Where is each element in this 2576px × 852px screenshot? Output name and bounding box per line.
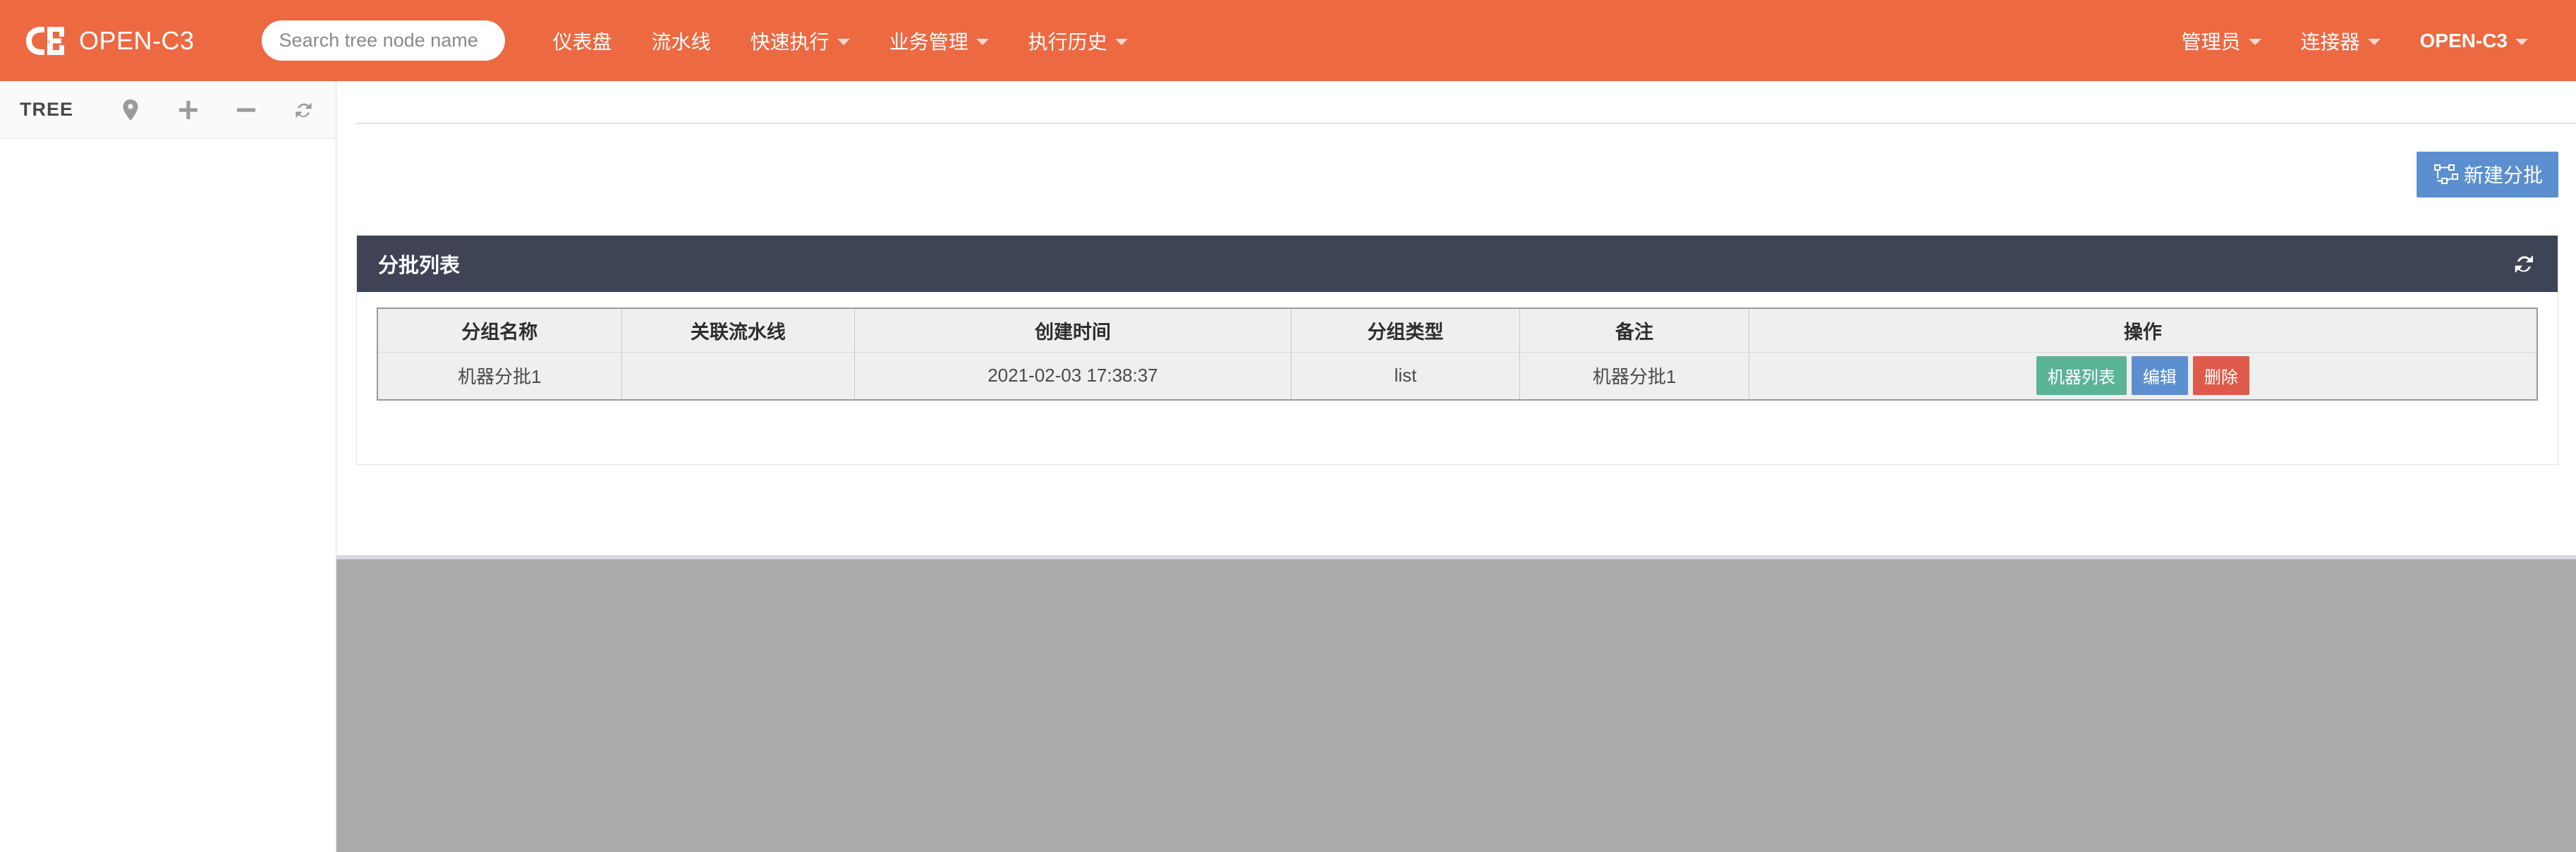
panel-header: 分批列表 xyxy=(357,236,2558,292)
minus-icon[interactable] xyxy=(236,99,257,121)
panel-body: 分组名称 关联流水线 创建时间 分组类型 备注 操作 机器分批1 2021-02… xyxy=(357,292,2558,464)
secondary-nav: 管理员 连接器 OPEN-C3 xyxy=(2162,0,2548,81)
top-navbar: OPEN OPEN-C3 仪表盘 流水线 快速执行 业务管理 xyxy=(0,0,2576,81)
brand-name: OPEN-C3 xyxy=(79,25,195,55)
nav-item-dashboard[interactable]: 仪表盘 xyxy=(533,0,632,81)
cell-remark: 机器分批1 xyxy=(1519,352,1749,400)
tree-sidebar: TREE xyxy=(0,81,336,852)
node-graph-icon xyxy=(2432,162,2460,186)
nav-label: 流水线 xyxy=(651,30,711,53)
column-header-actions: 操作 xyxy=(1749,308,2537,353)
panel-title: 分批列表 xyxy=(378,255,461,277)
tree-node-list[interactable] xyxy=(0,139,336,851)
nav-label: 管理员 xyxy=(2181,30,2241,53)
column-header-created-at: 创建时间 xyxy=(854,308,1292,353)
panel-refresh-icon[interactable] xyxy=(2513,252,2536,276)
nav-item-business-manage[interactable]: 业务管理 xyxy=(870,0,1009,81)
table-header-row: 分组名称 关联流水线 创建时间 分组类型 备注 操作 xyxy=(377,308,2537,353)
primary-nav: 仪表盘 流水线 快速执行 业务管理 执行历史 xyxy=(533,0,1148,81)
machine-list-button[interactable]: 机器列表 xyxy=(2036,356,2127,396)
nav-label: 连接器 xyxy=(2300,30,2360,53)
brand-logo[interactable]: OPEN OPEN-C3 xyxy=(23,0,195,81)
page-background-area xyxy=(336,555,2576,852)
location-pin-icon[interactable] xyxy=(120,99,141,121)
nav-item-admin[interactable]: 管理员 xyxy=(2162,0,2281,81)
chevron-down-icon xyxy=(2515,39,2528,45)
cell-pipeline xyxy=(621,352,856,400)
nav-item-exec-history[interactable]: 执行历史 xyxy=(1009,0,1148,81)
nav-label: 执行历史 xyxy=(1028,30,1107,53)
chevron-down-icon xyxy=(2367,39,2381,45)
edit-button[interactable]: 编辑 xyxy=(2131,356,2188,396)
nav-item-quick-exec[interactable]: 快速执行 xyxy=(731,0,870,81)
chevron-down-icon xyxy=(976,39,989,45)
tree-title: TREE xyxy=(20,99,74,120)
table-row: 机器分批1 2021-02-03 17:38:37 list 机器分批1 机器列… xyxy=(377,352,2537,400)
chevron-down-icon xyxy=(837,39,850,45)
nav-label: 仪表盘 xyxy=(552,30,612,53)
column-header-remark: 备注 xyxy=(1519,308,1749,353)
new-batch-button[interactable]: 新建分批 xyxy=(2416,151,2558,197)
svg-text:OPEN: OPEN xyxy=(36,39,50,44)
chevron-down-icon xyxy=(1114,39,1128,45)
main-content: 新建分批 分批列表 分组名称 关联流水线 创建时间 分组类型 备注 操作 机器分… xyxy=(336,81,2576,555)
tree-sidebar-header: TREE xyxy=(0,81,336,139)
search-input[interactable] xyxy=(261,20,505,61)
column-header-group-type: 分组类型 xyxy=(1291,308,1521,353)
delete-button[interactable]: 删除 xyxy=(2192,356,2249,396)
nav-label: OPEN-C3 xyxy=(2419,29,2508,51)
content-top-divider xyxy=(356,123,2576,124)
nav-item-user-menu[interactable]: OPEN-C3 xyxy=(2400,0,2548,81)
nav-item-pipeline[interactable]: 流水线 xyxy=(632,0,731,81)
column-header-pipeline: 关联流水线 xyxy=(621,308,856,353)
new-batch-label: 新建分批 xyxy=(2463,164,2543,186)
batch-table: 分组名称 关联流水线 创建时间 分组类型 备注 操作 机器分批1 2021-02… xyxy=(377,308,2538,401)
chevron-down-icon xyxy=(2248,39,2261,45)
tree-toolbar xyxy=(120,99,315,121)
search-box[interactable] xyxy=(261,20,505,61)
open-c3-logo-icon: OPEN xyxy=(23,24,67,58)
nav-label: 快速执行 xyxy=(750,30,830,53)
nav-item-connector[interactable]: 连接器 xyxy=(2281,0,2400,81)
cell-actions: 机器列表 编辑 删除 xyxy=(1749,352,2537,400)
vertical-scrollbar[interactable] xyxy=(2558,555,2576,852)
content-toolbar: 新建分批 xyxy=(336,145,2558,204)
cell-group-name: 机器分批1 xyxy=(377,352,622,400)
cell-group-type: list xyxy=(1291,352,1521,400)
column-header-group-name: 分组名称 xyxy=(377,308,622,353)
nav-label: 业务管理 xyxy=(889,30,968,53)
refresh-icon[interactable] xyxy=(293,99,315,121)
batch-list-panel: 分批列表 分组名称 关联流水线 创建时间 分组类型 备注 操作 机器分批1 20… xyxy=(356,236,2558,465)
app-root: OPEN OPEN-C3 仪表盘 流水线 快速执行 业务管理 xyxy=(0,0,2576,852)
plus-icon[interactable] xyxy=(178,99,199,121)
cell-created-at: 2021-02-03 17:38:37 xyxy=(854,352,1292,400)
